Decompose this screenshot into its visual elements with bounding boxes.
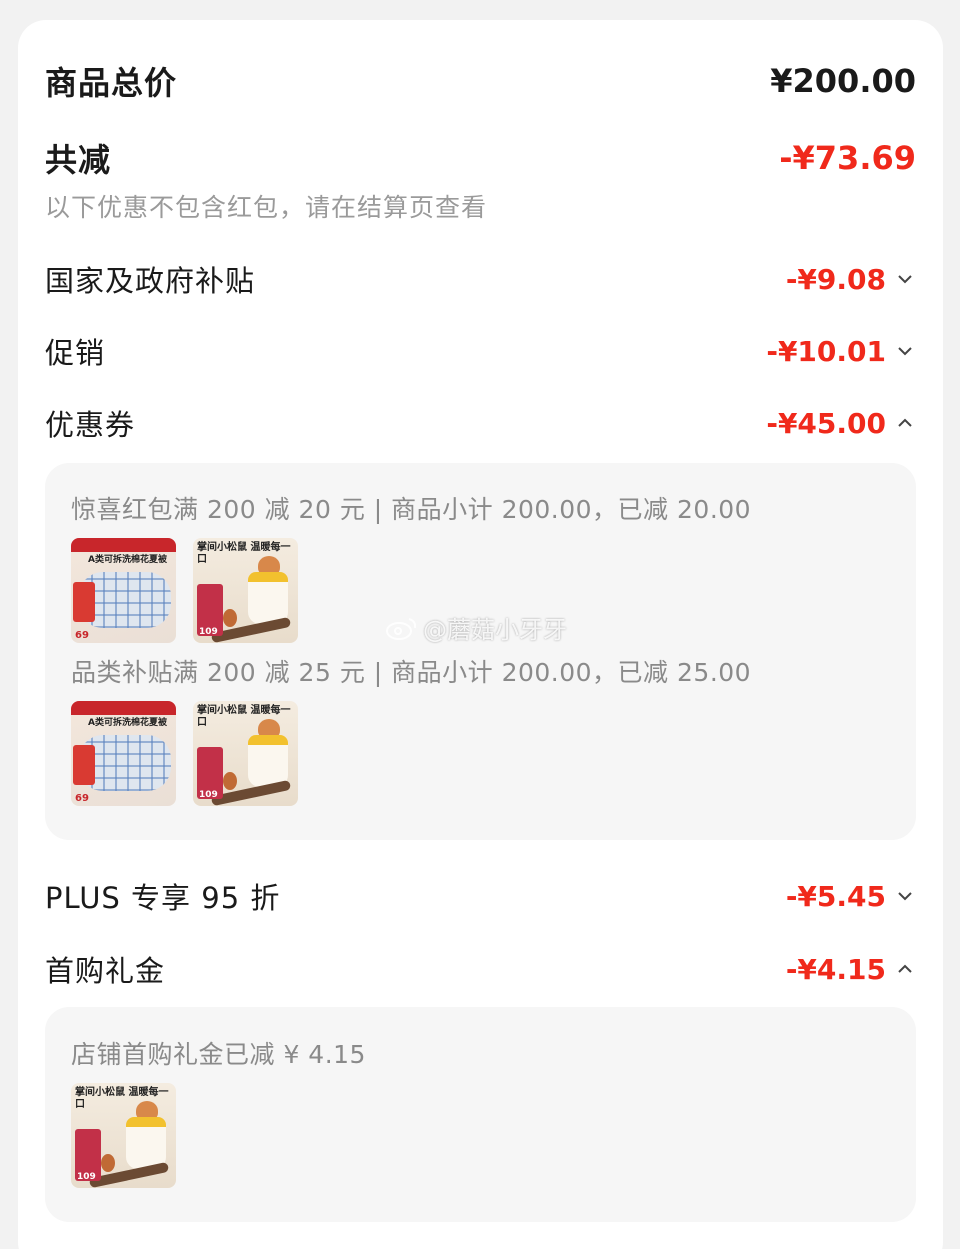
squirrel-thumb-price: 109 — [199, 790, 218, 800]
coupon-detail-panel: 惊喜红包满 200 减 20 元 | 商品小计 200.00，已减 20.00 … — [45, 463, 916, 840]
quilt-thumb-text: A类可拆洗棉花夏被 — [88, 718, 167, 728]
coupon-label: 优惠券 — [45, 408, 136, 442]
quilt-thumb-text: A类可拆洗棉花夏被 — [88, 555, 167, 565]
first-purchase-gift-amount: -¥4.15 — [786, 953, 916, 986]
plus-discount-amount: -¥5.45 — [786, 880, 916, 913]
product-thumb-squirrel-cup[interactable]: 掌间小松鼠 温暖每一口 109 — [193, 538, 298, 643]
coupon-line-2: 品类补贴满 200 减 25 元 | 商品小计 200.00，已减 25.00 — [71, 658, 752, 687]
promotion-row[interactable]: 促销 -¥10.01 — [45, 330, 916, 372]
subsidy-amount-text: -¥9.08 — [785, 262, 886, 296]
coupon-amount: -¥45.00 — [766, 407, 916, 440]
discount-label: 共减 — [45, 141, 112, 179]
total-value: ¥200.00 — [770, 62, 916, 100]
subsidy-row[interactable]: 国家及政府补贴 -¥9.08 — [45, 258, 916, 300]
squirrel-thumb-text: 掌间小松鼠 温暖每一口 — [75, 1087, 169, 1110]
chevron-down-icon[interactable] — [894, 268, 916, 290]
squirrel-thumb-price: 109 — [77, 1172, 96, 1182]
chevron-down-icon[interactable] — [894, 885, 916, 907]
chevron-up-icon[interactable] — [894, 958, 916, 980]
discount-row: 共减 -¥73.69 — [45, 135, 916, 181]
weibo-logo-icon — [386, 617, 417, 640]
first-purchase-gift-amount-text: -¥4.15 — [785, 952, 886, 986]
gift-line: 店铺首购礼金已减 ¥ 4.15 — [71, 1040, 366, 1069]
quilt-thumb-price: 69 — [75, 630, 89, 641]
squirrel-thumb-price: 109 — [199, 627, 218, 637]
squirrel-thumb-text: 掌间小松鼠 温暖每一口 — [197, 705, 291, 728]
product-thumb-squirrel-cup[interactable]: 掌间小松鼠 温暖每一口 109 — [71, 1083, 176, 1188]
chevron-up-icon[interactable] — [894, 412, 916, 434]
gift-detail-panel: 店铺首购礼金已减 ¥ 4.15 掌间小松鼠 温暖每一口 109 — [45, 1007, 916, 1222]
discount-note: 以下优惠不包含红包，请在结算页查看 — [45, 193, 488, 222]
watermark: @蘑菇小牙牙 — [385, 610, 567, 645]
quilt-thumb-price: 69 — [75, 793, 89, 804]
squirrel-thumb-text: 掌间小松鼠 温暖每一口 — [197, 542, 291, 565]
coupon-row[interactable]: 优惠券 -¥45.00 — [45, 402, 916, 444]
coupon-line-1: 惊喜红包满 200 减 20 元 | 商品小计 200.00，已减 20.00 — [71, 495, 752, 524]
watermark-text: @蘑菇小牙牙 — [423, 616, 567, 644]
product-thumb-squirrel-cup[interactable]: 掌间小松鼠 温暖每一口 109 — [193, 701, 298, 806]
first-purchase-gift-row[interactable]: 首购礼金 -¥4.15 — [45, 948, 916, 990]
plus-discount-label: PLUS 专享 95 折 — [45, 881, 281, 915]
first-purchase-gift-label: 首购礼金 — [45, 954, 166, 988]
plus-discount-row[interactable]: PLUS 专享 95 折 -¥5.45 — [45, 875, 916, 917]
chevron-down-icon[interactable] — [894, 340, 916, 362]
total-label: 商品总价 — [45, 64, 178, 102]
discount-value: -¥73.69 — [779, 139, 916, 177]
total-row: 商品总价 ¥200.00 — [45, 58, 916, 104]
product-thumb-quilt[interactable]: A类可拆洗棉花夏被 69 — [71, 701, 176, 806]
promotion-amount-text: -¥10.01 — [766, 334, 886, 368]
subsidy-amount: -¥9.08 — [786, 263, 916, 296]
plus-discount-amount-text: -¥5.45 — [785, 879, 886, 913]
promotion-amount: -¥10.01 — [766, 335, 916, 368]
coupon-amount-text: -¥45.00 — [766, 406, 886, 440]
subsidy-label: 国家及政府补贴 — [45, 264, 256, 298]
promotion-label: 促销 — [45, 336, 106, 370]
product-thumb-quilt[interactable]: A类可拆洗棉花夏被 69 — [71, 538, 176, 643]
